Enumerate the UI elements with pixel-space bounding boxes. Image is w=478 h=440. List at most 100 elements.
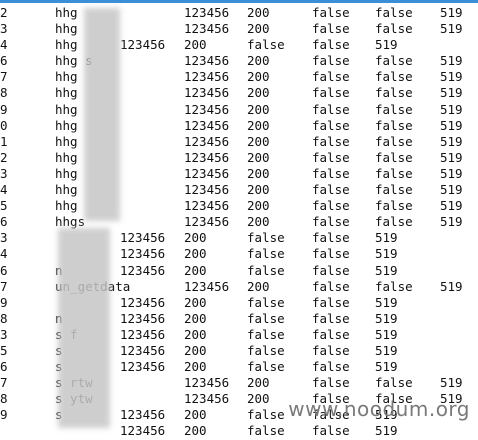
flag-b-cell: false [375, 101, 413, 117]
status-code-cell: 200 [247, 101, 270, 117]
flag-b-cell: false [312, 246, 350, 262]
flag-a-cell: false [247, 262, 285, 278]
flag-b-cell: false [312, 342, 350, 358]
password-cell: 123456 [184, 117, 230, 133]
status-code-cell: 200 [184, 359, 207, 375]
line-number: 9 [0, 101, 8, 117]
line-number: 4 [0, 246, 8, 262]
redaction-block-1 [84, 8, 120, 221]
flag-b-cell: false [312, 230, 350, 246]
status-code-cell: 200 [247, 214, 270, 230]
flag-a-cell: false [247, 246, 285, 262]
count-cell: 519 [440, 165, 463, 181]
line-number: 3 [0, 326, 8, 342]
status-code-cell: 200 [184, 230, 207, 246]
count-cell: 519 [375, 294, 398, 310]
flag-b-cell: false [375, 53, 413, 69]
password-cell: 123456 [184, 375, 230, 391]
status-code-cell: 200 [184, 310, 207, 326]
log-row: 2 hhg 123456 200 false false 519 [0, 150, 478, 166]
line-number: 3 [0, 230, 8, 246]
count-cell: 519 [375, 230, 398, 246]
flag-a-cell: false [312, 53, 350, 69]
count-cell: 519 [440, 101, 463, 117]
flag-a-cell: false [312, 117, 350, 133]
flag-b-cell: false [375, 69, 413, 85]
password-cell: 123456 [120, 294, 166, 310]
count-cell: 519 [440, 214, 463, 230]
count-cell: 519 [375, 310, 398, 326]
flag-b-cell: false [312, 359, 350, 375]
log-row: 0 hhg 123456 200 false false 519 [0, 118, 478, 134]
password-cell: 123456 [184, 182, 230, 198]
status-code-cell: 200 [184, 423, 207, 439]
line-number: 7 [0, 278, 8, 294]
log-row: 6 hhg s 123456 200 false false 519 [0, 53, 478, 69]
flag-b-cell: false [375, 133, 413, 149]
username-cell: hhg [55, 5, 78, 20]
flag-b-cell: false [375, 165, 413, 181]
count-cell: 519 [440, 5, 463, 20]
line-number: 6 [0, 262, 8, 278]
status-code-cell: 200 [247, 117, 270, 133]
username-cell: hhg [55, 165, 78, 181]
status-code-cell: 200 [247, 278, 270, 294]
log-row: 2 hhg 123456 200 false false 519 [0, 5, 478, 21]
line-number: 5 [0, 198, 8, 214]
status-code-cell: 200 [247, 149, 270, 165]
line-number: 7 [0, 375, 8, 391]
status-code-cell: 200 [184, 246, 207, 262]
status-code-cell: 200 [247, 21, 270, 37]
status-code-cell: 200 [247, 182, 270, 198]
count-cell: 519 [375, 37, 398, 53]
password-cell: 123456 [120, 262, 166, 278]
password-cell: 123456 [184, 391, 230, 407]
username-cell: hhg [55, 117, 78, 133]
password-cell: 123456 [120, 359, 166, 375]
watermark: www.noodum.org [288, 397, 470, 421]
flag-a-cell: false [247, 407, 285, 423]
flag-a-cell: false [312, 375, 350, 391]
log-row: 8 hhg 123456 200 false false 519 [0, 85, 478, 101]
line-number: 3 [0, 165, 8, 181]
flag-b-cell: false [375, 5, 413, 20]
log-row: 4 hhg 123456 200 false false 519 [0, 182, 478, 198]
flag-a-cell: false [312, 69, 350, 85]
line-number: 6 [0, 359, 8, 375]
line-number: 8 [0, 85, 8, 101]
count-cell: 519 [375, 326, 398, 342]
flag-b-cell: false [375, 375, 413, 391]
password-cell: 123456 [184, 214, 230, 230]
username-cell: hhg [55, 182, 78, 198]
password-cell: 123456 [184, 101, 230, 117]
username-cell: hhg [55, 133, 78, 149]
flag-a-cell: false [312, 198, 350, 214]
password-cell: 123456 [184, 5, 230, 20]
line-number: 8 [0, 391, 8, 407]
status-code-cell: 200 [184, 294, 207, 310]
flag-a-cell: false [247, 37, 285, 53]
log-row: 4 hhg 123456 200 false false 519 [0, 37, 478, 53]
count-cell: 519 [375, 423, 398, 439]
status-code-cell: 200 [247, 198, 270, 214]
line-number: 8 [0, 310, 8, 326]
username-cell: hhg [55, 149, 78, 165]
count-cell: 519 [440, 69, 463, 85]
password-cell: 123456 [120, 407, 166, 423]
line-number: 9 [0, 407, 8, 423]
count-cell: 519 [440, 21, 463, 37]
count-cell: 519 [440, 117, 463, 133]
count-cell: 519 [375, 246, 398, 262]
username-cell: hhg [55, 37, 78, 53]
password-cell: 123456 [120, 423, 166, 439]
flag-a-cell: false [247, 310, 285, 326]
status-code-cell: 200 [247, 85, 270, 101]
log-row: 9 hhg 123456 200 false false 519 [0, 102, 478, 118]
log-row: 3 hhg 123456 200 false false 519 [0, 166, 478, 182]
flag-b-cell: false [312, 294, 350, 310]
status-code-cell: 200 [184, 262, 207, 278]
count-cell: 519 [375, 262, 398, 278]
count-cell: 519 [440, 133, 463, 149]
flag-a-cell: false [247, 326, 285, 342]
flag-a-cell: false [312, 182, 350, 198]
